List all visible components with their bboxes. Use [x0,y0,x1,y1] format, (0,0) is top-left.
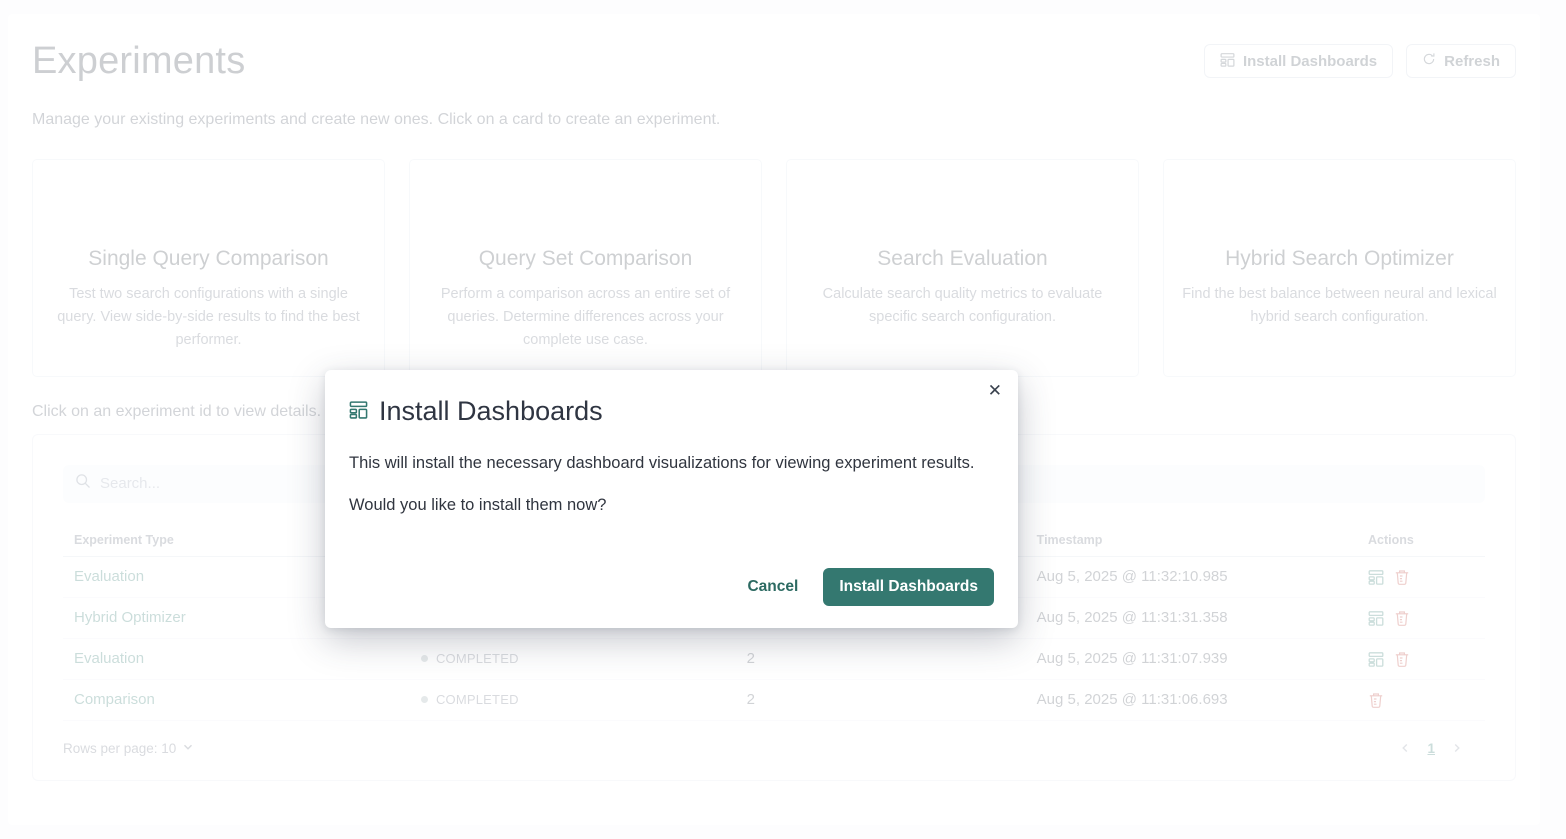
modal-title: Install Dashboards [379,396,603,427]
modal-body-line: Would you like to install them now? [349,496,994,515]
cancel-button[interactable]: Cancel [747,578,798,596]
modal-body-line: This will install the necessary dashboar… [349,454,994,473]
dashboard-icon [349,400,368,424]
modal-header: Install Dashboards [349,396,994,427]
modal-body: This will install the necessary dashboar… [349,454,994,515]
install-dashboards-modal: ✕ Install Dashboards This will install t… [325,370,1018,628]
confirm-install-dashboards-button[interactable]: Install Dashboards [823,568,994,606]
close-icon[interactable]: ✕ [984,378,1006,403]
modal-footer: Cancel Install Dashboards [747,568,994,606]
